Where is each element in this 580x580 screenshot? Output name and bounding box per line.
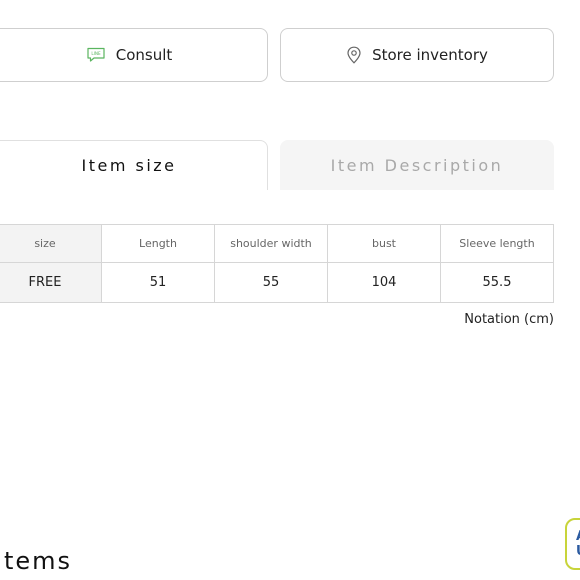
location-pin-icon bbox=[346, 46, 362, 64]
notation-note: Notation (cm) bbox=[464, 312, 554, 327]
table-row: FREE 51 55 104 55.5 bbox=[0, 262, 554, 303]
column-header-sleeve-length: Sleeve length bbox=[440, 224, 554, 263]
column-header-bust: bust bbox=[327, 224, 441, 263]
widget-glyph-bottom: U bbox=[576, 545, 580, 559]
table-header-row: size Length shoulder width bust Sleeve l… bbox=[0, 224, 554, 263]
svg-text:LINE: LINE bbox=[91, 51, 101, 56]
line-chat-icon: LINE bbox=[86, 47, 106, 63]
section-heading: tems bbox=[4, 547, 73, 575]
consult-button[interactable]: LINE Consult bbox=[0, 28, 268, 82]
tab-item-size-label: Item size bbox=[81, 156, 177, 175]
cell-size: FREE bbox=[0, 262, 102, 303]
column-header-length: Length bbox=[101, 224, 215, 263]
cell-shoulder-width: 55 bbox=[214, 262, 328, 303]
cell-bust: 104 bbox=[327, 262, 441, 303]
column-header-size: size bbox=[0, 224, 102, 263]
tab-item-description[interactable]: Item Description bbox=[280, 140, 554, 190]
cell-sleeve-length: 55.5 bbox=[440, 262, 554, 303]
tab-item-description-label: Item Description bbox=[330, 155, 504, 175]
cell-length: 51 bbox=[101, 262, 215, 303]
store-inventory-button[interactable]: Store inventory bbox=[280, 28, 554, 82]
size-table: size Length shoulder width bust Sleeve l… bbox=[0, 224, 554, 303]
column-header-shoulder-width: shoulder width bbox=[214, 224, 328, 263]
tab-item-size[interactable]: Item size bbox=[0, 140, 268, 190]
store-inventory-label: Store inventory bbox=[372, 46, 488, 64]
floating-widget-button[interactable]: A U bbox=[565, 518, 580, 570]
widget-glyph-top: A bbox=[576, 530, 580, 544]
consult-label: Consult bbox=[115, 46, 173, 64]
